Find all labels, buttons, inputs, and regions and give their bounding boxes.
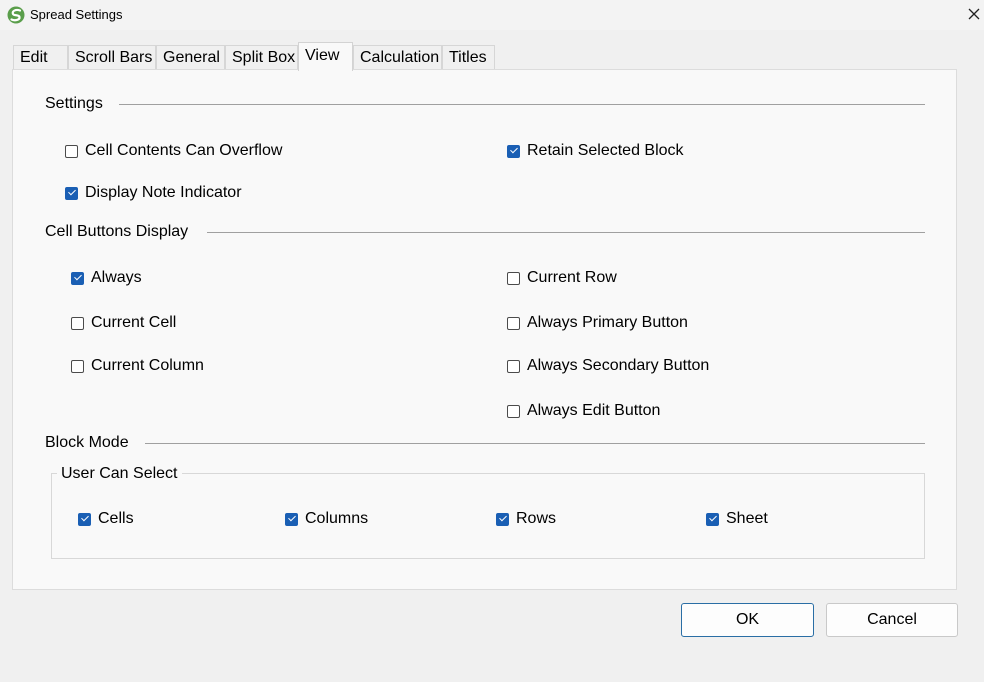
rows-checkbox[interactable]: Rows — [496, 510, 556, 528]
cell-buttons-separator — [207, 232, 925, 233]
current-column-checkbox[interactable]: Current Column — [71, 357, 204, 375]
tab-titles[interactable]: Titles — [442, 45, 495, 70]
checkbox-box[interactable] — [285, 512, 298, 526]
checkbox-box[interactable] — [78, 512, 91, 526]
settings-heading: Settings — [45, 95, 103, 112]
checkbox-label: Current Row — [527, 269, 617, 286]
block-mode-heading: Block Mode — [45, 434, 129, 451]
checkbox-box[interactable] — [507, 316, 520, 330]
always-checkbox[interactable]: Always — [71, 269, 142, 287]
block-mode-separator — [145, 443, 925, 444]
checkbox-label: Always Primary Button — [527, 314, 688, 331]
tab-label: Split Box — [232, 49, 296, 66]
retain-selected-block-checkbox[interactable]: Retain Selected Block — [507, 142, 684, 160]
checkbox-box[interactable] — [71, 316, 84, 330]
tab-label: Scroll Bars — [75, 49, 153, 66]
checkbox-label: Sheet — [726, 510, 768, 527]
checkbox-label: Current Cell — [91, 314, 177, 331]
settings-separator — [119, 104, 925, 105]
checkbox-box[interactable] — [507, 404, 520, 418]
display-note-indicator-checkbox[interactable]: Display Note Indicator — [65, 184, 242, 202]
tab-scroll-bars[interactable]: Scroll Bars — [68, 45, 156, 70]
checkbox-box[interactable] — [706, 512, 719, 526]
always-primary-button-checkbox[interactable]: Always Primary Button — [507, 314, 688, 332]
checkbox-label: Current Column — [91, 357, 204, 374]
checkbox-box[interactable] — [71, 359, 84, 373]
checkbox-label: Always Secondary Button — [527, 357, 710, 374]
checkbox-box[interactable] — [65, 144, 78, 158]
close-icon[interactable] — [963, 3, 984, 25]
tab-label: General — [163, 49, 220, 66]
tab-label: View — [305, 47, 340, 64]
tab-view[interactable]: View — [298, 42, 353, 71]
current-cell-checkbox[interactable]: Current Cell — [71, 314, 176, 332]
window-title: Spread Settings — [30, 7, 123, 22]
checkbox-box[interactable] — [496, 512, 509, 526]
user-can-select-group — [51, 473, 925, 559]
tab-general[interactable]: General — [156, 45, 225, 70]
checkbox-box[interactable] — [507, 144, 520, 158]
spread-logo-icon — [7, 6, 25, 24]
tab-label: Edit — [20, 49, 48, 66]
checkbox-label: Always Edit Button — [527, 402, 661, 419]
checkbox-box[interactable] — [71, 271, 84, 285]
current-row-checkbox[interactable]: Current Row — [507, 269, 617, 287]
title-bar — [0, 0, 984, 30]
columns-checkbox[interactable]: Columns — [285, 510, 368, 528]
always-edit-button-checkbox[interactable]: Always Edit Button — [507, 402, 660, 420]
tab-split-box[interactable]: Split Box — [225, 45, 298, 70]
checkbox-label: Rows — [516, 510, 557, 527]
cancel-button[interactable]: Cancel — [826, 603, 958, 637]
checkbox-box[interactable] — [507, 359, 520, 373]
tab-calculation[interactable]: Calculation — [353, 45, 442, 70]
checkbox-box[interactable] — [507, 271, 520, 285]
cell-contents-overflow-checkbox[interactable]: Cell Contents Can Overflow — [65, 142, 282, 160]
ok-button[interactable]: OK — [681, 603, 814, 637]
checkbox-label: Display Note Indicator — [85, 184, 242, 201]
checkbox-label: Retain Selected Block — [527, 142, 684, 159]
tab-label: Titles — [449, 49, 487, 66]
user-can-select-label: User Can Select — [57, 465, 182, 483]
always-secondary-button-checkbox[interactable]: Always Secondary Button — [507, 357, 709, 375]
checkbox-label: Always — [91, 269, 142, 286]
checkbox-label: Columns — [305, 510, 369, 527]
cell-buttons-heading: Cell Buttons Display — [45, 223, 189, 240]
tab-label: Calculation — [360, 49, 440, 66]
checkbox-label: Cell Contents Can Overflow — [85, 142, 283, 159]
checkbox-box[interactable] — [65, 186, 78, 200]
sheet-checkbox[interactable]: Sheet — [706, 510, 768, 528]
cells-checkbox[interactable]: Cells — [78, 510, 134, 528]
tab-edit[interactable]: Edit — [13, 45, 68, 70]
checkbox-label: Cells — [98, 510, 134, 527]
